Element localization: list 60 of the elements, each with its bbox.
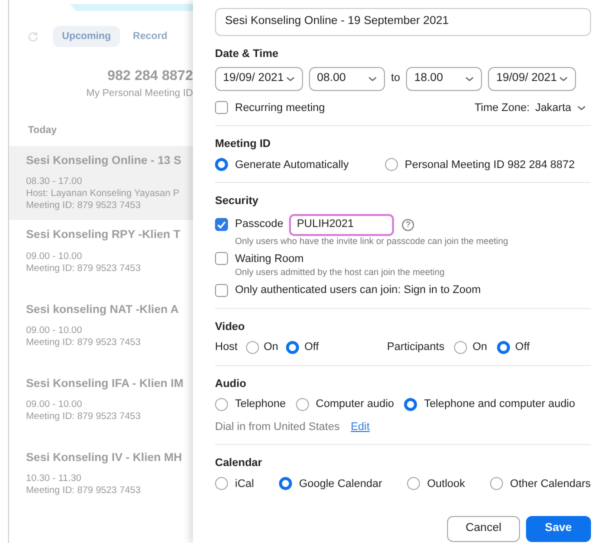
section-heading: Security <box>215 194 260 209</box>
section-heading: Audio <box>215 376 248 392</box>
checkbox[interactable]: Only authenticated users can join: Sign in to Zoom <box>215 282 481 298</box>
to-label: to <box>391 71 400 86</box>
dropdown[interactable]: 19/09/ 2021 <box>488 66 576 90</box>
meeting-title: Sesi Konseling RPY -Klien T <box>26 228 182 244</box>
passcode-field[interactable]: PULIH2021 <box>288 214 394 236</box>
section-heading: Today <box>27 124 58 138</box>
meeting-title: Sesi Konseling IFA - Klien IM <box>26 376 184 392</box>
meeting-id: Meeting ID: 879 9523 7453 <box>26 411 142 423</box>
option-label: Participants <box>387 340 444 355</box>
checkbox[interactable]: Passcode <box>215 216 284 233</box>
edit-link[interactable]: Edit <box>350 418 370 435</box>
save-button[interactable]: Save <box>526 516 591 542</box>
meeting-title: Sesi konseling NAT -Klien A <box>26 302 180 318</box>
radio-button[interactable]: Off <box>286 339 319 356</box>
section-heading: Calendar <box>215 456 264 471</box>
section-heading: Meeting ID <box>215 137 272 152</box>
radio-button[interactable]: Telephone and computer audio <box>404 396 576 412</box>
radio-button[interactable]: Computer audio <box>296 396 394 412</box>
meeting-time: 09.00 - 10.00 <box>26 250 83 262</box>
meeting-id: 982 284 8872 <box>106 66 193 85</box>
help-button[interactable]: ? <box>402 218 414 230</box>
option-label: Host <box>215 340 238 355</box>
meeting-host: Host: Layanan Konseling Yayasan P <box>26 188 180 200</box>
hint-text: Only users admitted by the host can join the meeting <box>234 267 446 278</box>
radio-button[interactable]: Personal Meeting ID 982 284 8872 <box>384 156 575 173</box>
meeting-time: 09.00 - 10.00 <box>26 399 83 411</box>
meeting-id-caption: My Personal Meeting ID <box>85 87 193 101</box>
radio-button[interactable]: Generate Automatically <box>215 156 349 173</box>
dropdown[interactable]: 18.00 <box>406 66 482 90</box>
meeting-id: Meeting ID: 879 9523 7453 <box>26 485 142 498</box>
meeting-title: Sesi Konseling Online - 13 S <box>26 154 182 169</box>
topic-field[interactable]: Sesi Konseling Online - 19 September 2021 <box>215 8 591 36</box>
meeting-time: 09.00 - 10.00 <box>26 324 83 337</box>
checkbox[interactable]: Recurring meeting <box>215 100 325 116</box>
cancel-button[interactable]: Cancel <box>446 516 520 542</box>
dropdown[interactable]: 19/09/ 2021 <box>215 66 303 90</box>
section-heading: Date & Time <box>215 47 280 62</box>
time-zone-dropdown[interactable]: Jakarta <box>535 100 586 116</box>
dropdown[interactable]: 08.00 <box>309 66 385 90</box>
radio-button[interactable]: Off <box>497 339 530 356</box>
meeting-time: 08.30 - 17.00 <box>26 176 83 188</box>
radio-button[interactable]: Telephone <box>215 396 286 412</box>
meeting-title: Sesi Konseling IV - Klien MH <box>26 451 183 466</box>
radio-button[interactable]: iCal <box>215 476 254 492</box>
meeting-time: 10.30 - 11.30 <box>26 473 82 486</box>
meeting-id: Meeting ID: 879 9523 7453 <box>26 262 142 274</box>
hint-text: Only users who have the invite link or passcode can join the meeting <box>234 236 510 246</box>
radio-button[interactable]: Google Calendar <box>278 476 382 492</box>
checkbox[interactable]: Waiting Room <box>215 250 304 267</box>
time-zone-label: Time Zone: <box>474 100 530 116</box>
radio-button[interactable]: Other Calendars <box>490 476 591 492</box>
section-heading: Video <box>215 320 246 334</box>
radio-button[interactable]: On <box>246 339 278 356</box>
radio-button[interactable]: Outlook <box>407 476 466 492</box>
meeting-id: Meeting ID: 879 9523 7453 <box>26 200 142 212</box>
dial-in-text: Dial in from United States <box>215 420 340 434</box>
radio-button[interactable]: On <box>454 339 488 356</box>
meeting-id: Meeting ID: 879 9523 7453 <box>26 336 142 349</box>
